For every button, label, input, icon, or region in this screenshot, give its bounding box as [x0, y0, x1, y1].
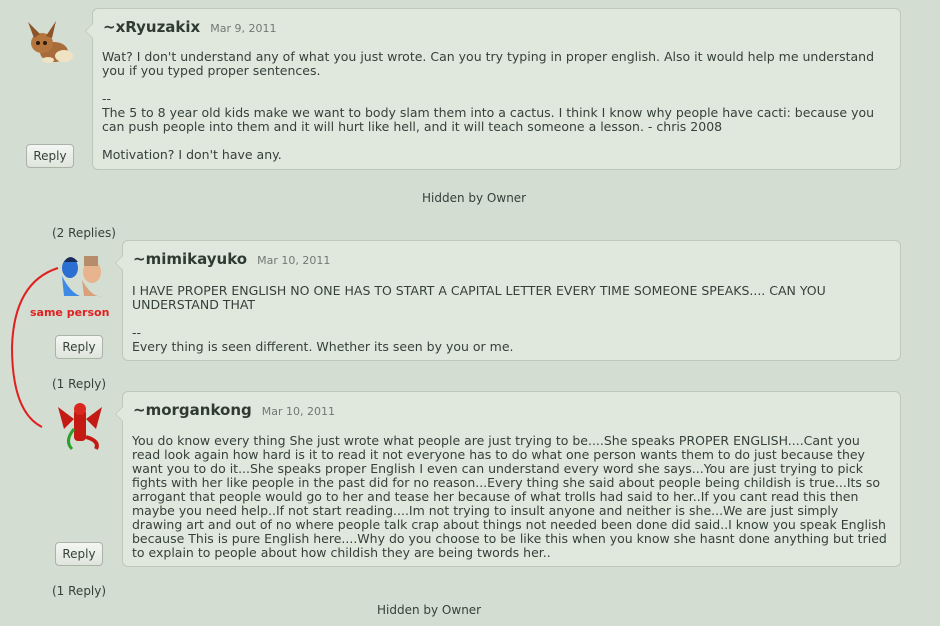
comment-bubble: ~morgankong Mar 10, 2011 You do know ever…: [115, 391, 901, 567]
reply-button[interactable]: Reply: [55, 542, 103, 566]
comment-header: ~xRyuzakix Mar 9, 2011: [103, 18, 276, 36]
red-dragon-avatar-icon[interactable]: [54, 399, 106, 451]
hidden-comment-notice: Hidden by Owner: [377, 603, 482, 617]
comment-header: ~morgankong Mar 10, 2011: [133, 401, 335, 419]
username-link[interactable]: ~morgankong: [133, 401, 252, 419]
comment-bubble: ~mimikayuko Mar 10, 2011 I HAVE PROPER EN…: [115, 240, 901, 361]
comment-paragraph: You do know every thing She just wrote w…: [132, 433, 887, 560]
comment-paragraph: I HAVE PROPER ENGLISH NO ONE HAS TO STAR…: [132, 283, 826, 312]
eevee-avatar-icon[interactable]: [24, 16, 74, 66]
comment-date: Mar 10, 2011: [257, 254, 331, 267]
comment-body: I HAVE PROPER ENGLISH NO ONE HAS TO STAR…: [132, 284, 890, 354]
comment-date: Mar 9, 2011: [210, 22, 277, 35]
comment-signature: -- Every thing is seen different. Whethe…: [132, 325, 514, 354]
comment-body: Wat? I don't understand any of what you …: [102, 50, 890, 162]
reply-count-link[interactable]: (1 Reply): [52, 584, 106, 598]
comment-body: You do know every thing She just wrote w…: [132, 434, 890, 560]
comment-bubble: ~xRyuzakix Mar 9, 2011 Wat? I don't under…: [85, 8, 901, 170]
comment-signature-line: Motivation? I don't have any.: [102, 147, 282, 162]
comment-paragraph: Wat? I don't understand any of what you …: [102, 49, 875, 78]
reply-button[interactable]: Reply: [26, 144, 74, 168]
comment-date: Mar 10, 2011: [261, 405, 335, 418]
hidden-comment-notice: Hidden by Owner: [422, 191, 527, 205]
reply-count-link[interactable]: (2 Replies): [52, 226, 116, 240]
username-link[interactable]: ~mimikayuko: [133, 250, 247, 268]
comment-signature: -- The 5 to 8 year old kids make we want…: [102, 91, 875, 134]
username-link[interactable]: ~xRyuzakix: [103, 18, 200, 36]
comment-header: ~mimikayuko Mar 10, 2011: [133, 250, 330, 268]
